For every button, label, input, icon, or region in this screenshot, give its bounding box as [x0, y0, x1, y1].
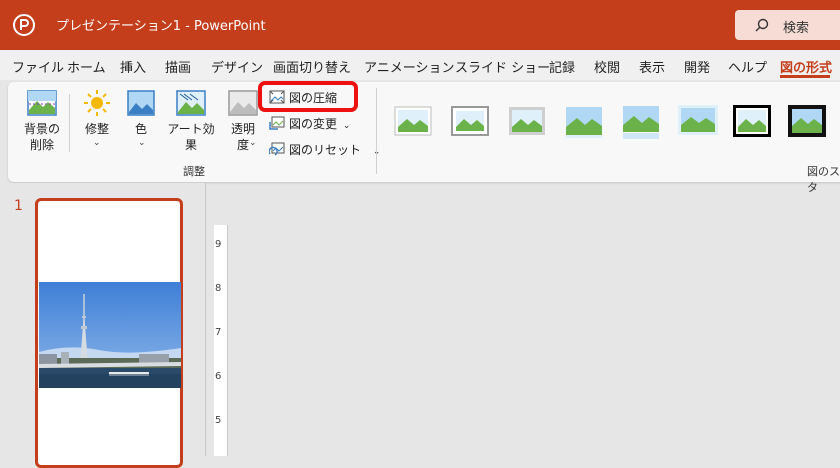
tab-view[interactable]: 表示 [639, 57, 665, 76]
compress-highlight-box [258, 81, 358, 112]
chevron-down-icon: ⌄ [93, 138, 101, 148]
vertical-ruler: 9 8 7 6 5 [214, 225, 228, 456]
chevron-down-icon: ⌄ [138, 138, 146, 148]
picture-style-thumb[interactable] [563, 103, 605, 139]
tab-draw[interactable]: 描画 [165, 57, 191, 76]
tab-developer[interactable]: 開発 [684, 57, 710, 76]
picture-style-thumb[interactable] [677, 103, 719, 139]
tab-design[interactable]: デザイン [211, 57, 263, 76]
change-picture-icon [269, 116, 285, 130]
corrections-label: 修整 [84, 122, 109, 136]
tab-animations[interactable]: アニメーション [364, 57, 454, 76]
ruler-mark: 8 [215, 283, 222, 294]
color-label: 色 [134, 122, 147, 136]
tab-review[interactable]: 校閲 [594, 57, 620, 76]
tab-transitions[interactable]: 画面切り替え [273, 57, 351, 76]
search-icon [755, 18, 769, 32]
group-label-adjust: 調整 [183, 165, 205, 178]
ruler-mark: 5 [215, 415, 222, 426]
picture-color-icon [127, 90, 155, 116]
tab-record[interactable]: 記録 [549, 57, 575, 76]
tab-home[interactable]: ホーム [67, 57, 106, 76]
ribbon-group-separator [376, 88, 377, 174]
search-box[interactable]: 検索 [735, 10, 840, 40]
reset-picture-label: 図のリセット [289, 143, 362, 157]
pane-divider[interactable] [205, 183, 206, 456]
ribbon-tabs: ファイル ホーム 挿入 描画 デザイン 画面切り替え アニメーション スライド … [0, 50, 840, 80]
picture-style-thumb[interactable] [731, 103, 773, 139]
tab-insert[interactable]: 挿入 [120, 57, 146, 76]
reset-picture-button[interactable]: 図のリセット ⌄ [269, 141, 380, 158]
ruler-mark: 6 [215, 371, 222, 382]
ruler-mark: 7 [215, 327, 222, 338]
search-label: 検索 [783, 21, 810, 36]
change-picture-label: 図の変更 [289, 117, 338, 131]
tab-help[interactable]: ヘルプ [728, 57, 767, 76]
picture-style-thumb[interactable] [620, 103, 662, 139]
picture-style-thumb[interactable] [392, 103, 434, 139]
tab-file[interactable]: ファイル [12, 57, 64, 76]
ruler-mark: 9 [215, 239, 222, 250]
skytree-photo [39, 282, 181, 388]
reset-picture-icon [269, 142, 285, 156]
active-tab-indicator [780, 75, 830, 78]
artistic-effects-label: アート効果 [167, 122, 215, 152]
picture-style-thumb[interactable] [449, 103, 491, 139]
transparency-label-1: 透明 [230, 122, 255, 136]
remove-background-icon [27, 90, 57, 116]
window-title: プレゼンテーション1 - PowerPoint [56, 19, 266, 34]
remove-background-label-2: 削除 [29, 138, 54, 152]
picture-style-thumb[interactable] [786, 103, 828, 139]
remove-background-label-1: 背景の [23, 122, 60, 136]
transparency-icon [228, 90, 258, 116]
title-bar: プレゼンテーション1 - PowerPoint 検索 [0, 0, 840, 50]
chevron-down-icon: ⌄ [249, 138, 257, 148]
picture-style-thumb[interactable] [506, 103, 548, 139]
group-label-picture-styles: 図のスタ [807, 165, 840, 194]
sun-icon [84, 90, 110, 116]
tab-picture-format[interactable]: 図の形式 [780, 57, 832, 76]
change-picture-button[interactable]: 図の変更 ⌄ [269, 115, 350, 132]
slide-number: 1 [14, 198, 23, 214]
ribbon-separator [69, 94, 70, 152]
tab-slideshow[interactable]: スライド ショー [455, 57, 550, 76]
artistic-effects-icon [176, 90, 206, 116]
chevron-down-icon: ⌄ [187, 138, 195, 148]
chevron-down-icon: ⌄ [342, 121, 351, 131]
powerpoint-logo-icon [13, 14, 35, 36]
